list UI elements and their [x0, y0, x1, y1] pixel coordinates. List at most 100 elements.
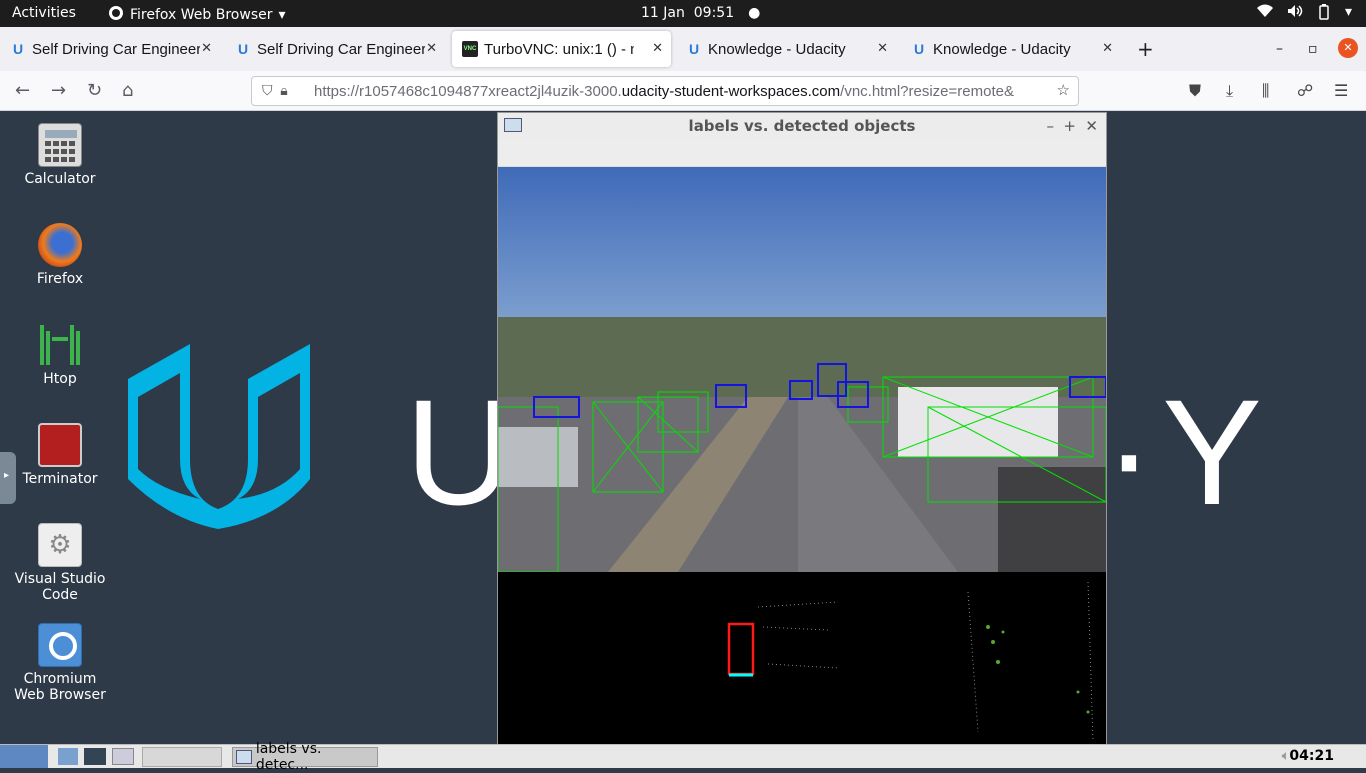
- volume-icon: [1287, 4, 1303, 24]
- tab-title: Knowledge - Udacity: [933, 40, 1071, 58]
- url-prefix: https://r1057468c1094877xreact2jl4uzik-3…: [314, 83, 622, 100]
- close-window-button[interactable]: ✕: [1338, 38, 1358, 58]
- desktop-icon-terminator[interactable]: Terminator: [8, 423, 112, 487]
- app-menu[interactable]: Firefox Web Browser ▾: [108, 5, 286, 25]
- window-app-icon: [504, 118, 522, 132]
- url-domain: udacity-student-workspaces.com: [621, 83, 841, 100]
- browser-nav-bar: ← → ↻ ⌂ ⛉ 🔒︎ https://r1057468c1094877xre…: [0, 71, 1366, 111]
- system-top-bar: Activities Firefox Web Browser ▾ 11 Jan …: [0, 0, 1366, 27]
- start-menu-icon[interactable]: [0, 745, 48, 768]
- workspace-switcher[interactable]: [142, 747, 222, 767]
- desktop-icon-label: Terminator: [22, 471, 98, 487]
- window-toolbar: [498, 139, 1106, 167]
- tab-self-driving-1[interactable]: U Self Driving Car Engineer ✕: [0, 31, 220, 67]
- maximize-icon[interactable]: +: [1063, 113, 1076, 139]
- chromium-icon: [38, 623, 82, 667]
- activities-button[interactable]: Activities: [12, 5, 76, 21]
- desktop-icon-label: Visual Studio Code: [14, 571, 106, 603]
- wifi-icon: [1256, 4, 1273, 24]
- home-icon[interactable]: ⌂: [122, 80, 133, 101]
- desktop-icon-label: Chromium Web Browser: [14, 671, 106, 703]
- udacity-icon: U: [688, 41, 700, 57]
- extensions-icon[interactable]: ☍: [1297, 81, 1313, 100]
- new-tab-button[interactable]: +: [1137, 37, 1154, 61]
- firefox-icon: [38, 223, 82, 267]
- pocket-icon[interactable]: ⛊: [1189, 81, 1201, 101]
- app-menu-label: Firefox Web Browser: [130, 7, 273, 23]
- desktop-icon-htop[interactable]: Htop: [8, 323, 112, 387]
- clock-date: 11 Jan: [641, 5, 685, 21]
- taskbar-task-detection-window[interactable]: labels vs. detec...: [232, 741, 378, 773]
- task-label: labels vs. detec...: [255, 741, 322, 773]
- taskbar-clock[interactable]: 04:21: [1289, 748, 1334, 764]
- desktop-icon-label: Htop: [43, 371, 77, 387]
- desktop-icon-chromium[interactable]: Chromium Web Browser: [8, 623, 112, 703]
- lock-icon: 🔒︎: [280, 82, 288, 98]
- close-icon[interactable]: ✕: [201, 40, 212, 56]
- logo-letter-dot: ·: [1104, 368, 1154, 536]
- power-menu-chevron-icon: ▾: [1344, 4, 1352, 20]
- vnc-icon: VNC: [462, 41, 478, 57]
- browser-tab-bar: U Self Driving Car Engineer ✕ U Self Dri…: [0, 27, 1366, 71]
- htop-icon: [38, 323, 82, 367]
- desktop-icon-label: Calculator: [24, 171, 96, 187]
- launcher-icon[interactable]: [84, 748, 106, 765]
- window-title: labels vs. detected objects: [688, 117, 916, 135]
- tab-title: Self Driving Car Engineer: [257, 40, 425, 58]
- site-info[interactable]: ⛉ 🔒︎: [262, 82, 288, 99]
- forward-icon[interactable]: →: [51, 80, 66, 101]
- vscode-icon: ⚙: [38, 523, 82, 567]
- desktop-icon-calculator[interactable]: Calculator: [8, 123, 112, 187]
- close-icon[interactable]: ✕: [1102, 40, 1113, 56]
- desktop-icon-firefox[interactable]: Firefox: [8, 223, 112, 287]
- reload-icon[interactable]: ↻: [87, 80, 102, 101]
- terminator-icon: [38, 423, 82, 467]
- birds-eye-lidar-view: [498, 572, 1106, 744]
- clock-datetime: 11 Jan 09:51: [641, 5, 734, 21]
- detection-window[interactable]: labels vs. detected objects – + ✕: [497, 112, 1107, 744]
- tab-title: Knowledge - Udacity: [708, 40, 846, 58]
- remote-taskbar: labels vs. detec... 🔈︎ 04:21: [0, 741, 1366, 773]
- battery-icon: [1317, 4, 1331, 24]
- window-list-icon[interactable]: [112, 748, 134, 765]
- udacity-icon: U: [12, 41, 24, 57]
- bookmark-star-icon[interactable]: ☆: [1057, 81, 1070, 99]
- desktop-icon-label: Firefox: [36, 271, 84, 287]
- tab-title: Self Driving Car Engineer: [32, 40, 200, 58]
- url-bar[interactable]: ⛉ 🔒︎ https://r1057468c1094877xreact2jl4u…: [251, 76, 1079, 106]
- url-suffix: /vnc.html?resize=remote&: [840, 83, 1014, 100]
- udacity-icon: U: [237, 41, 249, 57]
- tab-self-driving-2[interactable]: U Self Driving Car Engineer ✕: [225, 31, 445, 67]
- url-text: https://r1057468c1094877xreact2jl4uzik-3…: [314, 83, 1044, 100]
- tab-title: TurboVNC: unix:1 () - noVNC: [484, 40, 634, 58]
- udacity-logo-icon: [128, 344, 310, 529]
- tab-knowledge-1[interactable]: U Knowledge - Udacity ✕: [676, 31, 896, 67]
- desktop-icon-vscode[interactable]: ⚙ Visual Studio Code: [8, 523, 112, 603]
- back-icon[interactable]: ←: [15, 80, 30, 101]
- firefox-small-icon: [108, 5, 124, 25]
- shield-icon: ⛉: [262, 82, 273, 98]
- clock[interactable]: 11 Jan 09:51 ●: [641, 5, 760, 21]
- tab-turbovnc[interactable]: VNC TurboVNC: unix:1 () - noVNC ✕: [452, 31, 671, 67]
- maximize-window-button[interactable]: ▫: [1308, 41, 1318, 57]
- notification-dot-icon: ●: [748, 5, 761, 21]
- calculator-icon: [38, 123, 82, 167]
- close-icon[interactable]: ✕: [426, 40, 437, 56]
- clock-time: 09:51: [693, 5, 735, 21]
- tab-knowledge-2[interactable]: U Knowledge - Udacity ✕: [901, 31, 1121, 67]
- minimize-icon[interactable]: –: [1047, 113, 1055, 139]
- library-icon[interactable]: ⫼: [1262, 81, 1269, 101]
- window-app-icon: [236, 750, 252, 764]
- udacity-icon: U: [913, 41, 925, 57]
- camera-view-image: [498, 167, 1106, 572]
- show-desktop-icon[interactable]: [58, 748, 78, 765]
- minimize-window-button[interactable]: –: [1276, 41, 1283, 57]
- system-tray[interactable]: ▾: [1256, 4, 1352, 24]
- window-titlebar[interactable]: labels vs. detected objects – + ✕: [498, 113, 1106, 139]
- close-icon[interactable]: ✕: [1085, 113, 1098, 139]
- downloads-icon[interactable]: ⤓: [1226, 81, 1233, 101]
- close-icon[interactable]: ✕: [652, 40, 663, 56]
- hamburger-menu-icon[interactable]: ☰: [1334, 81, 1348, 100]
- close-icon[interactable]: ✕: [877, 40, 888, 56]
- chevron-down-icon: ▾: [278, 7, 286, 23]
